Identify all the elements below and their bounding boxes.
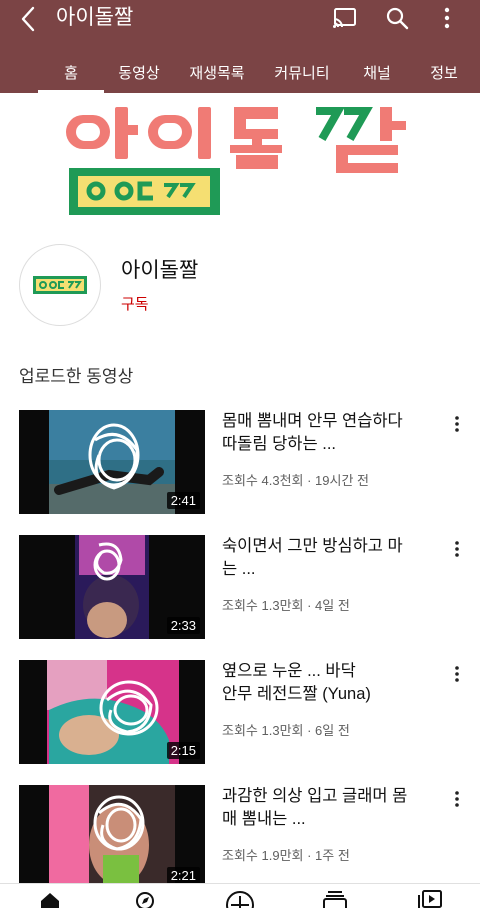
- tab-channels[interactable]: 채널: [352, 52, 402, 93]
- video-meta: 조회수 1.3만회 · 4일 전: [222, 598, 350, 613]
- more-vert-icon[interactable]: [446, 412, 468, 436]
- channel-banner: [0, 93, 480, 228]
- subscribe-button[interactable]: 구독: [121, 293, 149, 314]
- explore-icon[interactable]: [125, 890, 165, 908]
- video-thumbnail[interactable]: 2:21: [19, 785, 205, 889]
- tab-playlists[interactable]: 재생목록: [183, 52, 251, 93]
- video-thumbnail[interactable]: 2:33: [19, 535, 205, 639]
- channel-avatar[interactable]: [19, 244, 101, 326]
- channel-name: 아이돌짤: [121, 259, 199, 282]
- tab-home[interactable]: 홈: [38, 52, 104, 93]
- channel-header: 아이돌짤 구독: [0, 240, 480, 332]
- more-vert-icon[interactable]: [446, 662, 468, 686]
- more-vert-icon[interactable]: [446, 787, 468, 811]
- tab-community[interactable]: 커뮤니티: [268, 52, 336, 93]
- channel-logo: [33, 276, 87, 294]
- video-thumbnail[interactable]: 2:15: [19, 660, 205, 764]
- library-icon[interactable]: [410, 890, 450, 908]
- app-title: 아이돌짤: [56, 6, 134, 29]
- video-meta: 조회수 1.3만회 · 6일 전: [222, 723, 350, 738]
- video-title[interactable]: 과감한 의상 입고 글래머 몸 매 뽐내는 ...: [222, 785, 440, 831]
- tab-videos[interactable]: 동영상: [110, 52, 168, 93]
- channel-tabs: 홈 동영상 재생목록 커뮤니티 채널 정보: [0, 52, 480, 93]
- video-meta: 조회수 1.9만회 · 1주 전: [222, 848, 350, 863]
- video-title[interactable]: 몸매 뽐내며 안무 연습하다 따돌림 당하는 ...: [222, 410, 440, 456]
- video-duration: 2:41: [166, 492, 200, 509]
- video-duration: 2:15: [166, 742, 200, 759]
- video-title[interactable]: 옆으로 누운 ... 바닥 안무 레전드짤 (Yuna): [222, 660, 440, 706]
- video-item[interactable]: 2:33 숙이면서 그만 방심하고 마 는 ... 조회수 1.3만회 · 4일…: [0, 535, 480, 641]
- video-item[interactable]: 2:15 옆으로 누운 ... 바닥 안무 레전드짤 (Yuna) 조회수 1.…: [0, 660, 480, 766]
- back-arrow-icon[interactable]: [14, 4, 44, 34]
- video-title[interactable]: 숙이면서 그만 방심하고 마 는 ...: [222, 535, 440, 581]
- app-bar: 아이돌짤 홈 동영상 재생목록 커뮤니티 채널 정보: [0, 0, 480, 93]
- search-icon[interactable]: [382, 4, 412, 32]
- video-item[interactable]: 2:41 몸매 뽐내며 안무 연습하다 따돌림 당하는 ... 조회수 4.3천…: [0, 410, 480, 516]
- more-vert-icon[interactable]: [432, 4, 462, 32]
- home-icon[interactable]: [30, 890, 70, 908]
- uploads-section-title: 업로드한 동영상: [19, 367, 134, 386]
- subscriptions-icon[interactable]: [315, 890, 355, 908]
- more-vert-icon[interactable]: [446, 537, 468, 561]
- video-duration: 2:21: [166, 867, 200, 884]
- video-item[interactable]: 2:21 과감한 의상 입고 글래머 몸 매 뽐내는 ... 조회수 1.9만회…: [0, 785, 480, 891]
- video-thumbnail[interactable]: 2:41: [19, 410, 205, 514]
- video-duration: 2:33: [166, 617, 200, 634]
- tab-about[interactable]: 정보: [420, 52, 468, 93]
- add-icon[interactable]: [220, 890, 260, 908]
- banner-art: [66, 107, 406, 215]
- bottom-navigation: [0, 883, 480, 908]
- cast-icon[interactable]: [330, 4, 360, 32]
- video-meta: 조회수 4.3천회 · 19시간 전: [222, 473, 369, 488]
